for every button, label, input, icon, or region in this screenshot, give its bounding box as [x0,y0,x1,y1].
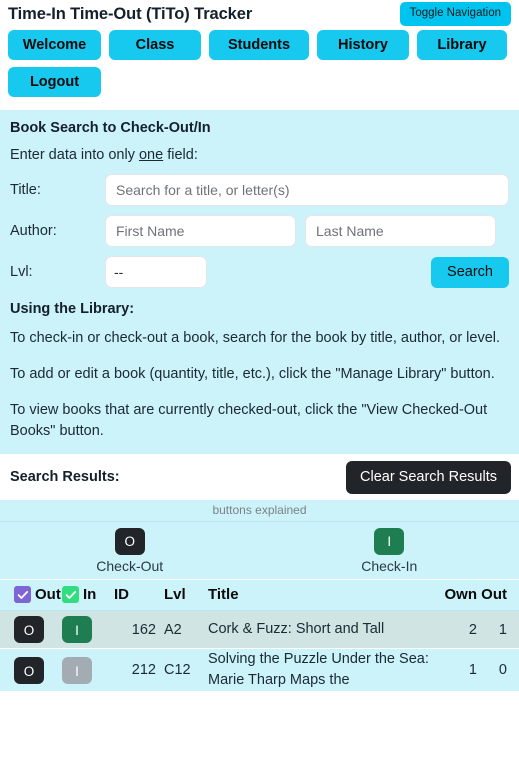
check-out-icon: O [114,528,145,555]
nav-item-students[interactable]: Students [209,30,309,60]
buttons-explained-caption: buttons explained [0,500,519,522]
row-title: Solving the Puzzle Under the Sea: Marie … [208,651,429,688]
checkbox-checked-in-icon[interactable] [62,586,79,603]
column-header-lvl: Lvl [164,586,186,603]
check-out-button[interactable]: O [14,616,44,643]
author-search-row: Author: [10,215,509,247]
table-row: O I 162 A2 Cork & Fuzz: Short and Tall 2… [0,611,519,649]
search-results-table: buttons explained O Check-Out I Check-In… [0,500,519,692]
row-check-out-cell: O [0,616,62,643]
check-in-button-disabled: I [62,656,92,684]
level-search-row: Lvl: -- Search [10,256,509,288]
navbar: Time-In Time-Out (TiTo) Tracker Toggle N… [0,0,519,110]
check-out-explainer-label: Check-Out [96,558,164,574]
row-out: 1 [498,621,507,638]
author-last-name-input[interactable] [305,215,496,247]
checkbox-checked-out-icon[interactable] [14,586,31,603]
column-header-in-label: In [83,586,97,603]
row-own: 1 [468,662,477,678]
search-button[interactable]: Search [431,256,509,288]
using-library-heading: Using the Library: [10,301,135,317]
level-label: Lvl: [10,264,33,280]
buttons-explained-row: O Check-Out I Check-In [0,522,519,580]
column-header-title: Title [208,586,239,603]
row-lvl: C12 [164,662,191,678]
nav-row-secondary: Logout [8,67,511,97]
hint-emphasis: one [138,147,164,163]
row-lvl: A2 [164,621,182,638]
column-header-in: In [62,586,114,603]
row-title: Cork & Fuzz: Short and Tall [208,621,385,637]
author-first-name-input[interactable] [105,215,296,247]
row-check-out-cell: O [0,656,62,684]
search-hint: Enter data into only one field: [10,146,509,164]
hint-text-before: Enter data into only [10,147,139,163]
nav-item-class[interactable]: Class [109,30,201,60]
nav-item-logout[interactable]: Logout [8,67,101,97]
table-row: O I 212 C12 Solving the Puzzle Under the… [0,649,519,692]
nav-row-primary: Welcome Class Students History Library [8,30,511,60]
check-out-button[interactable]: O [14,656,44,684]
instruction-paragraph-1: To check-in or check-out a book, search … [10,330,501,346]
book-search-panel: Book Search to Check-Out/In Enter data i… [0,110,519,454]
row-id: 162 [131,621,156,638]
nav-item-library[interactable]: Library [417,30,507,60]
row-id: 212 [131,662,156,678]
search-results-title: Search Results: [10,469,120,485]
search-results-bar: Search Results: Clear Search Results [0,454,519,500]
table-header-row: Out In ID Lvl Title Own Out [0,580,519,611]
toggle-navigation-button[interactable]: Toggle Navigation [399,2,511,26]
column-header-out-label: Out [35,586,61,603]
row-out: 0 [498,662,507,678]
nav-button-group: Welcome Class Students History Library L… [0,26,519,97]
clear-search-results-button[interactable]: Clear Search Results [346,460,511,494]
row-own: 2 [468,621,477,638]
instruction-paragraph-2: To add or edit a book (quantity, title, … [10,366,495,382]
check-in-explainer-label: Check-In [361,558,418,574]
author-label: Author: [10,223,57,239]
check-out-explainer: O Check-Out [0,528,260,575]
nav-item-welcome[interactable]: Welcome [8,30,101,60]
check-in-explainer: I Check-In [260,528,519,575]
title-search-input[interactable] [105,174,509,206]
title-label: Title: [10,182,41,198]
title-search-row: Title: [10,174,509,206]
column-header-out-count: Out [481,586,507,603]
hint-text-after: field: [163,147,198,163]
column-header-out: Out [0,586,62,603]
nav-item-history[interactable]: History [317,30,409,60]
book-search-heading: Book Search to Check-Out/In [10,120,211,136]
check-in-button[interactable]: I [62,616,92,643]
row-check-in-cell: I [62,656,114,684]
check-in-icon: I [374,528,405,555]
column-header-own: Own [444,586,478,603]
instruction-paragraph-3: To view books that are currently checked… [10,402,488,439]
row-check-in-cell: I [62,616,114,643]
level-select[interactable]: -- [105,256,207,288]
column-header-id: ID [114,586,129,603]
